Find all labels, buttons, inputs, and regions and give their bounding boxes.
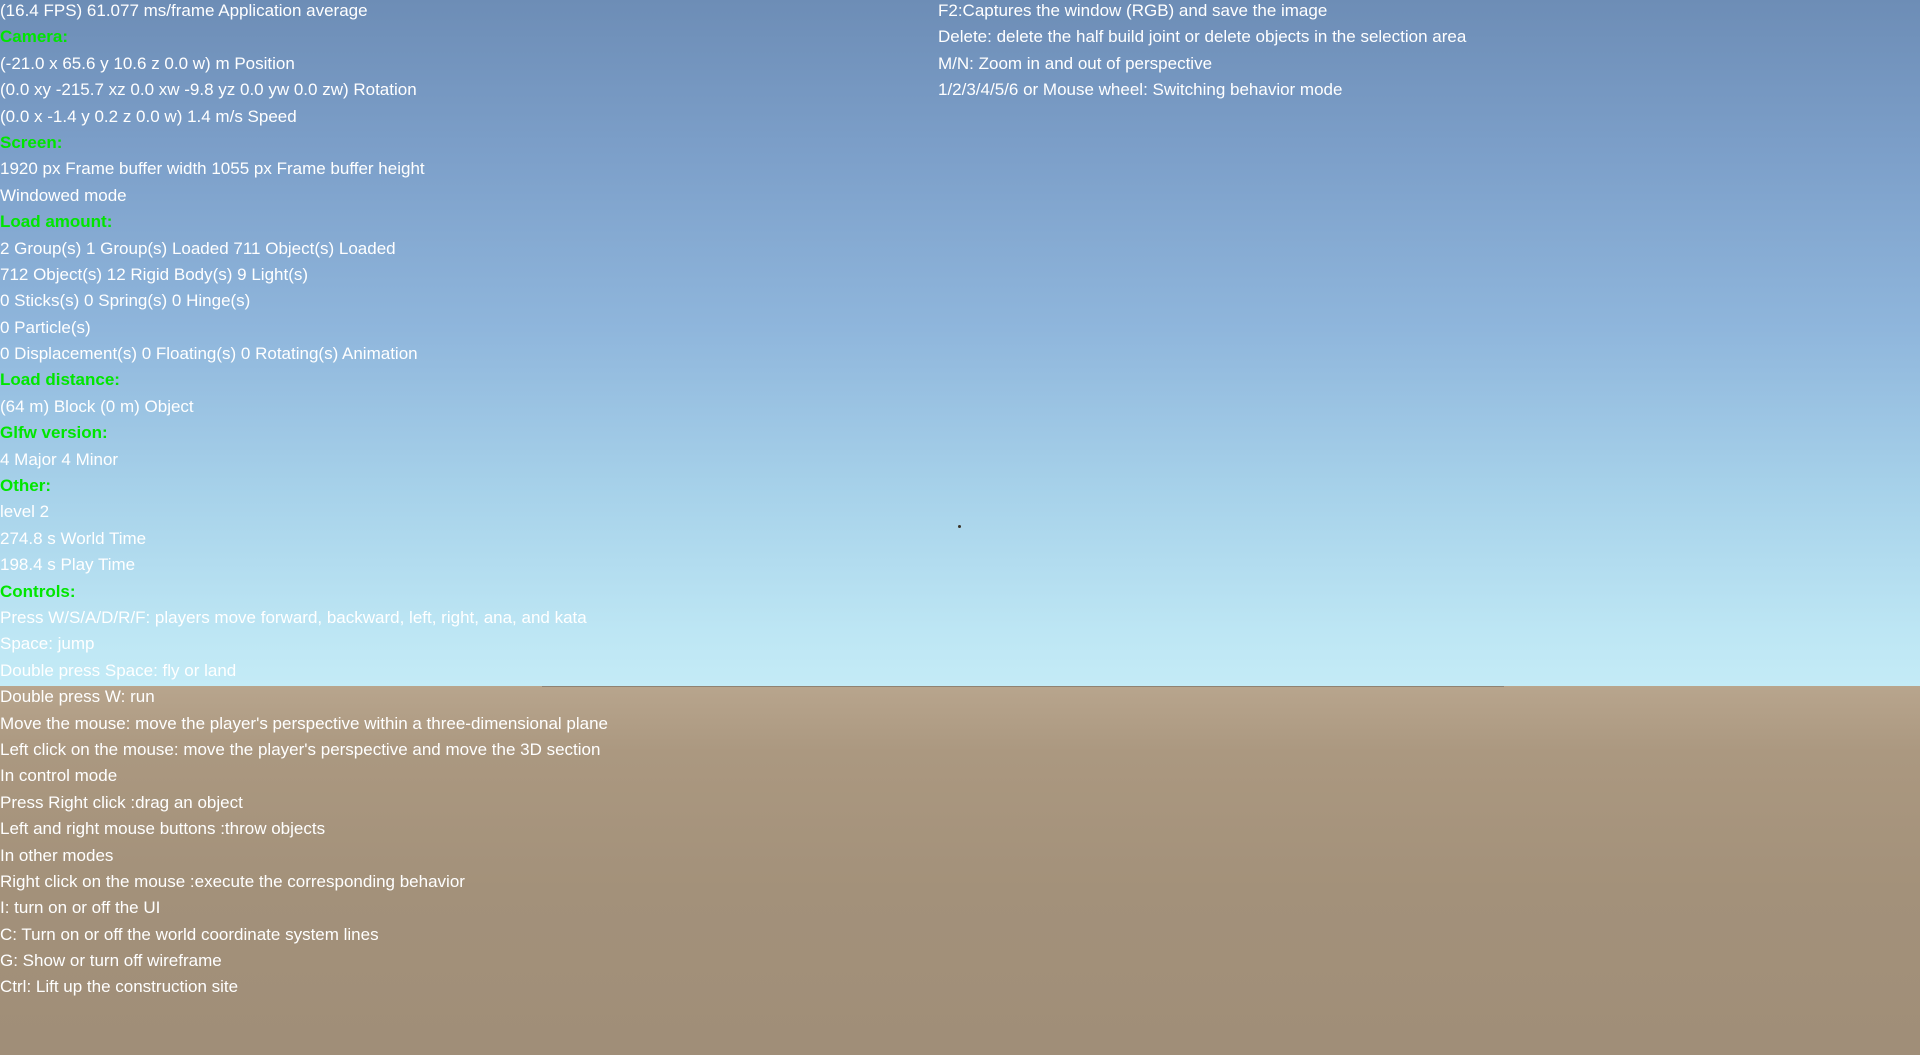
hud-line: Right click on the mouse :execute the co… — [0, 871, 465, 891]
hud-info-panel: (16.4 FPS) 61.077 ms/frame Application a… — [0, 0, 608, 1003]
hud-line: Left and right mouse buttons :throw obje… — [0, 819, 326, 839]
horizon-line — [542, 686, 1504, 687]
hud-line: (16.4 FPS) 61.077 ms/frame Application a… — [0, 1, 368, 20]
hud-line: Press Right click :drag an object — [0, 792, 243, 812]
hud-line: Space: jump — [0, 634, 95, 654]
hud-line: Left click on the mouse: move the player… — [0, 739, 601, 759]
hud-line: level 2 — [0, 502, 50, 522]
hud-line: (-21.0 x 65.6 y 10.6 z 0.0 w) m Position — [0, 53, 295, 73]
section-header-other: Other: — [0, 476, 51, 496]
hud-line: In control mode — [0, 766, 118, 786]
hud-line: Windowed mode — [0, 185, 127, 205]
hud-line: Press W/S/A/D/R/F: players move forward,… — [0, 607, 587, 627]
hud-line: 0 Sticks(s) 0 Spring(s) 0 Hinge(s) — [0, 291, 251, 311]
hud-line: I: turn on or off the UI — [0, 898, 161, 918]
hud-line: Move the mouse: move the player's perspe… — [0, 713, 609, 733]
hud-line: G: Show or turn off wireframe — [0, 951, 222, 971]
hud-line: Double press W: run — [0, 687, 155, 707]
hud-line: M/N: Zoom in and out of perspective — [938, 53, 1213, 73]
hud-line: 198.4 s Play Time — [0, 555, 136, 575]
section-header-load-distance: Load distance: — [0, 370, 120, 390]
hud-line: 274.8 s World Time — [0, 528, 147, 548]
hud-line: In other modes — [0, 845, 114, 865]
hud-line: 712 Object(s) 12 Rigid Body(s) 9 Light(s… — [0, 264, 309, 284]
hud-line: 1/2/3/4/5/6 or Mouse wheel: Switching be… — [938, 80, 1343, 100]
hud-line: Ctrl: Lift up the construction site — [0, 977, 239, 997]
hud-line: F2:Captures the window (RGB) and save th… — [938, 1, 1328, 20]
hud-line: C: Turn on or off the world coordinate s… — [0, 924, 379, 944]
crosshair-dot — [958, 525, 961, 528]
hud-line: 0 Displacement(s) 0 Floating(s) 0 Rotati… — [0, 344, 418, 364]
hud-line: (0.0 xy -215.7 xz 0.0 xw -9.8 yz 0.0 yw … — [0, 80, 417, 100]
hud-line: 4 Major 4 Minor — [0, 449, 119, 469]
hud-line: 2 Group(s) 1 Group(s) Loaded 711 Object(… — [0, 238, 396, 258]
hud-line: 1920 px Frame buffer width 1055 px Frame… — [0, 159, 425, 179]
section-header-screen: Screen: — [0, 132, 63, 152]
hud-shortcuts-panel: F2:Captures the window (RGB) and save th… — [938, 0, 1466, 106]
hud-line: Double press Space: fly or land — [0, 660, 237, 680]
hud-line: (0.0 x -1.4 y 0.2 z 0.0 w) 1.4 m/s Speed — [0, 106, 297, 126]
section-header-glfw-version: Glfw version: — [0, 423, 108, 443]
hud-line: (64 m) Block (0 m) Object — [0, 396, 194, 416]
hud-line: 0 Particle(s) — [0, 317, 91, 337]
hud-line: Delete: delete the half build joint or d… — [938, 27, 1467, 47]
section-header-camera: Camera: — [0, 27, 69, 47]
section-header-load-amount: Load amount: — [0, 212, 113, 232]
section-header-controls: Controls: — [0, 581, 76, 601]
